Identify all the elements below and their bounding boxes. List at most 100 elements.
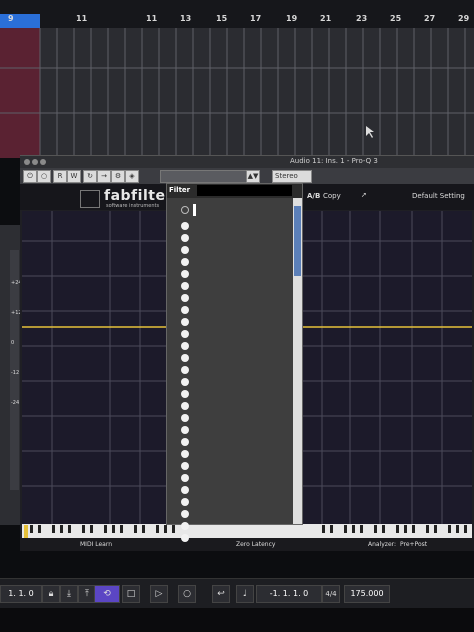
close-icon[interactable] [24,159,30,165]
ruler-bar-label: 9 [8,14,14,23]
ruler-bar-label: 25 [390,14,402,23]
filter-list-item-icon[interactable] [181,510,189,518]
filter-list-item-icon[interactable] [181,378,189,386]
filter-label: Filter [169,186,191,194]
loop-icon[interactable]: ↻ [83,170,97,183]
bypass-button[interactable]: ○ [37,170,51,183]
filter-list-item-icon[interactable] [181,354,189,362]
power-button[interactable]: ⏻ [23,170,37,183]
filter-list-item-icon[interactable] [181,234,189,242]
record-icon[interactable]: ○ [178,585,196,603]
ab-button[interactable]: A/B [307,192,320,200]
ruler-bar-label: 11 [146,14,158,23]
filter-scrollbar[interactable] [293,198,302,524]
filter-list-item-icon[interactable] [181,450,189,458]
filter-list-item-icon[interactable] [181,294,189,302]
latency-select[interactable]: Zero Latency [236,541,275,548]
tempo-field[interactable]: 175.000 [344,585,390,603]
fabfilter-logo: fabfilter [104,188,173,204]
fabfilter-logo-mark [80,190,100,208]
timeline-ruler[interactable]: 9 11 11 13 15 17 19 21 23 25 27 29 [0,0,474,29]
play-icon[interactable]: ▷ [150,585,168,603]
write-button[interactable]: W [67,170,81,183]
search-icon [181,206,189,214]
filter-list-item-icon[interactable] [181,462,189,470]
filter-list-item-icon[interactable] [181,222,189,230]
stereo-select[interactable]: Stereo [272,170,312,183]
filter-list-item-icon[interactable] [181,474,189,482]
transport-bar: 1. 1. 0 🔒︎ ⤓ ⤒ ⟲ □ ▷ ○ ↩ ♩ -1. 1. 1. 0 4… [0,578,474,609]
ruler-bar-label: 17 [250,14,262,23]
filter-list[interactable] [167,198,295,542]
filter-input[interactable] [197,185,292,196]
ruler-bar-label: 19 [286,14,298,23]
filter-list-item-icon[interactable] [181,414,189,422]
db-scale: +24 +12 0 -12 -24 [10,250,22,490]
preset-name[interactable]: Default Setting [412,192,465,200]
filter-list-item-icon[interactable] [181,318,189,326]
fabfilter-tagline: software instruments [106,203,160,209]
metronome-icon[interactable]: ♩ [236,585,254,603]
filter-list-item-icon[interactable] [181,306,189,314]
filter-list-item-icon[interactable] [181,438,189,446]
meter-display[interactable]: 4/4 [322,585,340,603]
filter-list-item-icon[interactable] [181,246,189,254]
filter-list-item-icon[interactable] [181,390,189,398]
copy-button[interactable]: Copy [323,192,341,200]
filter-list-item-icon[interactable] [181,282,189,290]
preset-selector[interactable] [160,170,247,183]
filter-list-item-icon[interactable] [181,342,189,350]
ruler-playhead-region [0,14,40,28]
filter-list-item-icon[interactable] [181,486,189,494]
undo-icon[interactable]: ➚ [361,191,367,199]
filter-list-item-icon[interactable] [181,330,189,338]
loop-icon[interactable]: ⟲ [94,585,120,603]
cycle-position-field[interactable]: -1. 1. 1. 0 [256,585,322,603]
minimize-icon[interactable] [32,159,38,165]
filter-list-item-icon[interactable] [181,534,189,542]
grid-lines [0,28,474,158]
preset-arrows[interactable]: ▲▼ [246,170,260,183]
filter-list-item-icon[interactable] [181,426,189,434]
ruler-bar-label: 15 [216,14,228,23]
db-label: -24 [11,400,20,406]
stop-icon[interactable]: □ [122,585,140,603]
filter-list-item-icon[interactable] [181,258,189,266]
filter-dropdown[interactable]: Filter [166,183,303,542]
ruler-bar-label: 29 [458,14,470,23]
position-field[interactable]: 1. 1. 0 [0,585,42,603]
return-icon[interactable]: ↩ [212,585,230,603]
ruler-bar-label: 21 [320,14,332,23]
text-cursor [193,204,196,216]
filter-list-item-icon[interactable] [181,366,189,374]
analyzer-label: Analyzer: [368,541,397,548]
settings-icon[interactable]: ⚙ [111,170,125,183]
filter-list-item-icon[interactable] [181,522,189,530]
zoom-icon[interactable] [40,159,46,165]
punch-in-icon[interactable]: ⤓ [60,585,78,603]
filter-list-item-icon[interactable] [181,402,189,410]
track-inspector-strip[interactable]: +24 +12 0 -12 -24 [0,225,22,525]
plugin-titlebar[interactable]: Audio 11: Ins. 1 - Pro-Q 3 [20,156,474,168]
piano-keyboard[interactable] [22,524,472,539]
piano-keys [24,525,467,539]
ruler-bar-label: 27 [424,14,436,23]
ruler-bar-label: 13 [180,14,192,23]
arrange-grid[interactable] [0,28,474,158]
ruler-bar-label: 11 [76,14,88,23]
ruler-bar-label: 23 [356,14,368,23]
plugin-toolbar: ⏻ ○ R W ↻ → ⚙ ◈ ▲▼ Stereo [20,168,474,184]
bottom-strip [0,608,474,632]
snapshot-icon[interactable]: ◈ [125,170,139,183]
plugin-title: Audio 11: Ins. 1 - Pro-Q 3 [290,157,378,165]
filter-list-item-icon[interactable] [181,498,189,506]
db-label: -12 [11,370,20,376]
filter-list-item-icon[interactable] [181,270,189,278]
midi-learn-button[interactable]: MIDI Learn [80,541,112,548]
filter-header: Filter [167,184,302,198]
scrollbar-thumb[interactable] [294,206,301,276]
analyzer-select[interactable]: Pre+Post [400,541,427,548]
read-button[interactable]: R [53,170,67,183]
lock-icon[interactable]: 🔒︎ [42,585,60,603]
compare-icon[interactable]: → [97,170,111,183]
